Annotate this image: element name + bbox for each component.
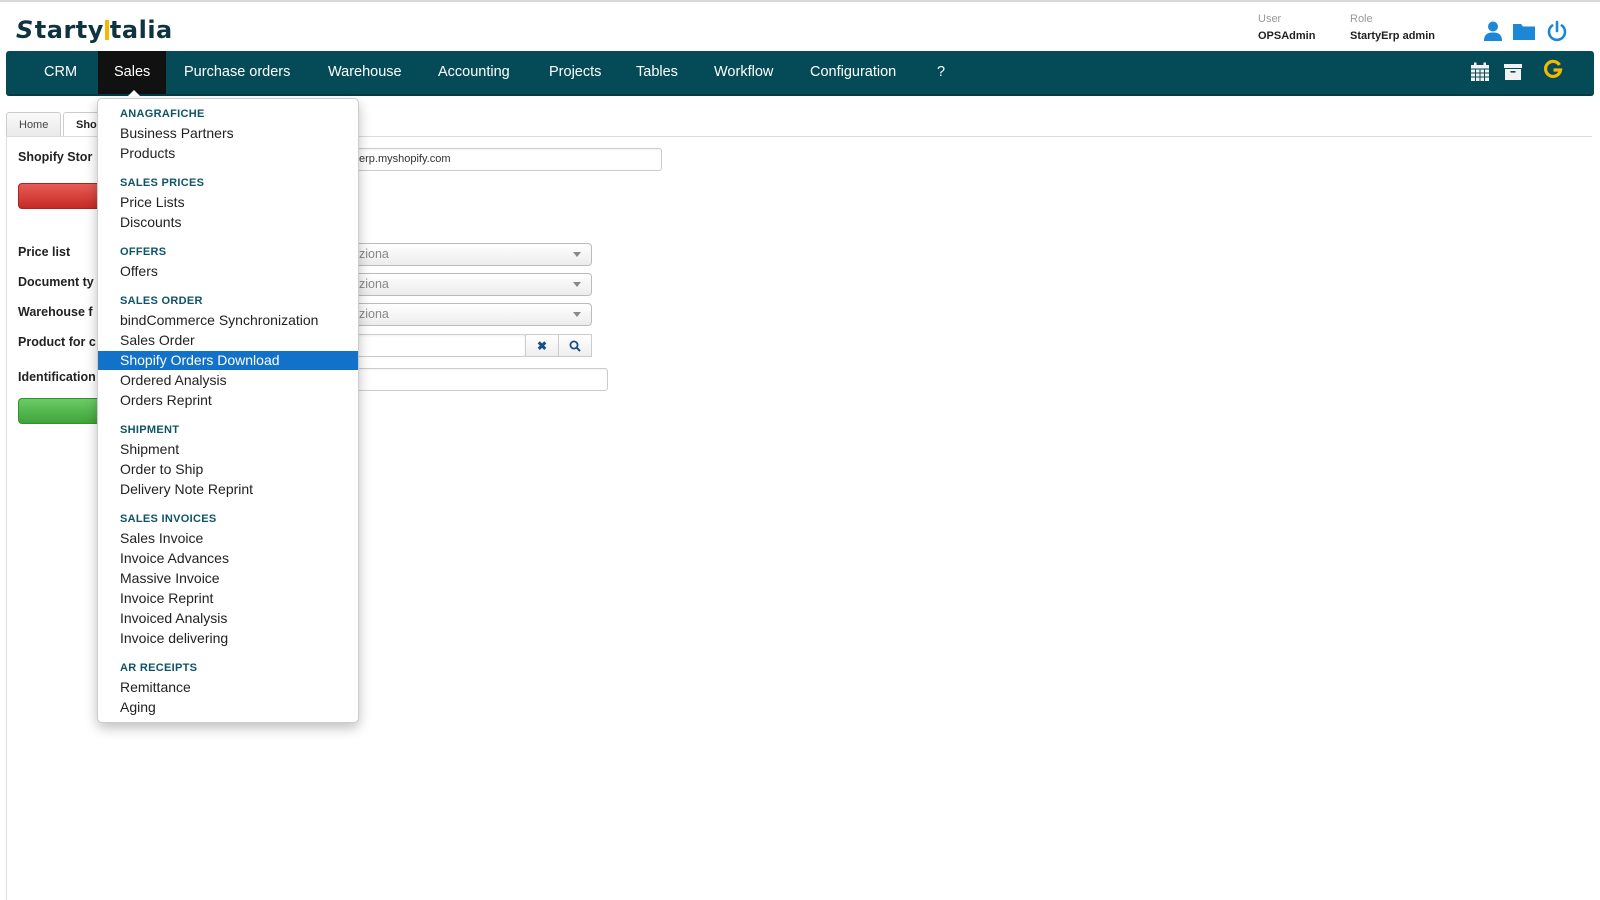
nav-sales[interactable]: Sales [98,51,167,94]
archive-icon[interactable] [1502,61,1524,83]
tab-home[interactable]: Home [6,112,62,137]
identification-label: Identification [18,370,96,384]
search-button[interactable] [558,334,592,357]
role-info: Role StartyErp admin [1350,13,1435,42]
nav-purchase-orders[interactable]: Purchase orders [168,51,306,94]
price-list-placeholder: ziona [359,247,389,261]
nav-crm[interactable]: CRM [28,51,93,94]
logo-s-mark: S [16,16,34,44]
menu-item-invoice-advances[interactable]: Invoice Advances [98,549,358,568]
nav-configuration[interactable]: Configuration [794,51,912,94]
menu-item-orders-reprint[interactable]: Orders Reprint [98,391,358,410]
chevron-down-icon [573,282,581,287]
search-icon [569,340,581,352]
section-heading-sales-prices: SALES PRICES [120,177,205,189]
warehouse-placeholder: ziona [359,307,389,321]
main-navbar: CRM Sales Purchase orders Warehouse Acco… [6,51,1594,96]
section-heading-anagrafiche: ANAGRAFICHE [120,108,205,120]
menu-item-massive-invoice[interactable]: Massive Invoice [98,569,358,588]
content-left-border [6,136,7,900]
nav-active-caret [128,90,140,96]
warehouse-label: Warehouse f [18,305,93,319]
nav-workflow[interactable]: Workflow [698,51,789,94]
nav-tables[interactable]: Tables [620,51,694,94]
clear-button[interactable]: ✖ [525,334,559,357]
menu-item-shipment[interactable]: Shipment [98,440,358,459]
section-heading-sales-invoices: SALES INVOICES [120,513,217,525]
menu-item-remittance[interactable]: Remittance [98,678,358,697]
section-heading-sales-order: SALES ORDER [120,295,203,307]
user-value: OPSAdmin [1258,30,1316,42]
section-heading-offers: OFFERS [120,246,167,258]
menu-item-bindcommerce-sync[interactable]: bindCommerce Synchronization [98,311,358,330]
menu-item-ordered-analysis[interactable]: Ordered Analysis [98,371,358,390]
user-info: User OPSAdmin [1258,13,1315,42]
menu-item-offers[interactable]: Offers [98,262,358,281]
close-icon: ✖ [536,338,548,353]
menu-item-discounts[interactable]: Discounts [98,213,358,232]
google-icon[interactable] [1542,59,1564,81]
menu-item-sales-order[interactable]: Sales Order [98,331,358,350]
power-icon[interactable] [1546,20,1568,42]
product-label: Product for c [18,335,96,349]
sales-dropdown-menu: ANAGRAFICHE Business Partners Products S… [97,98,359,723]
logo-text-talia: talia [109,16,173,44]
document-type-placeholder: ziona [359,277,389,291]
menu-item-invoice-delivering[interactable]: Invoice delivering [98,629,358,648]
section-heading-shipment: SHIPMENT [120,424,180,436]
section-heading-ar-receipts: AR RECEIPTS [120,662,198,674]
user-icon[interactable] [1482,20,1504,42]
document-type-label: Document ty [18,275,94,289]
logo-yellow-bar [104,20,109,40]
role-label: Role [1350,13,1373,25]
nav-warehouse[interactable]: Warehouse [312,51,418,94]
top-border [0,0,1600,2]
role-value: StartyErp admin [1350,30,1435,42]
menu-item-shopify-orders-download[interactable]: Shopify Orders Download [98,351,358,370]
calendar-icon[interactable] [1469,61,1491,83]
folder-icon[interactable] [1512,20,1536,42]
menu-item-aging[interactable]: Aging [98,698,358,717]
price-list-label: Price list [18,245,71,259]
app-logo[interactable]: S tarty talia [16,16,173,44]
menu-item-invoice-reprint[interactable]: Invoice Reprint [98,589,358,608]
nav-projects[interactable]: Projects [533,51,617,94]
nav-accounting[interactable]: Accounting [422,51,526,94]
shopify-store-label: Shopify Stor [18,150,93,164]
logo-text-starty: tarty [34,16,104,44]
menu-item-sales-invoice[interactable]: Sales Invoice [98,529,358,548]
menu-item-order-to-ship[interactable]: Order to Ship [98,460,358,479]
nav-help[interactable]: ? [921,51,961,94]
menu-item-price-lists[interactable]: Price Lists [98,193,358,212]
menu-item-invoiced-analysis[interactable]: Invoiced Analysis [98,609,358,628]
chevron-down-icon [573,312,581,317]
menu-item-business-partners[interactable]: Business Partners [98,124,358,143]
chevron-down-icon [573,252,581,257]
menu-item-delivery-note-reprint[interactable]: Delivery Note Reprint [98,480,358,499]
menu-item-products[interactable]: Products [98,144,358,163]
user-label: User [1258,13,1282,25]
